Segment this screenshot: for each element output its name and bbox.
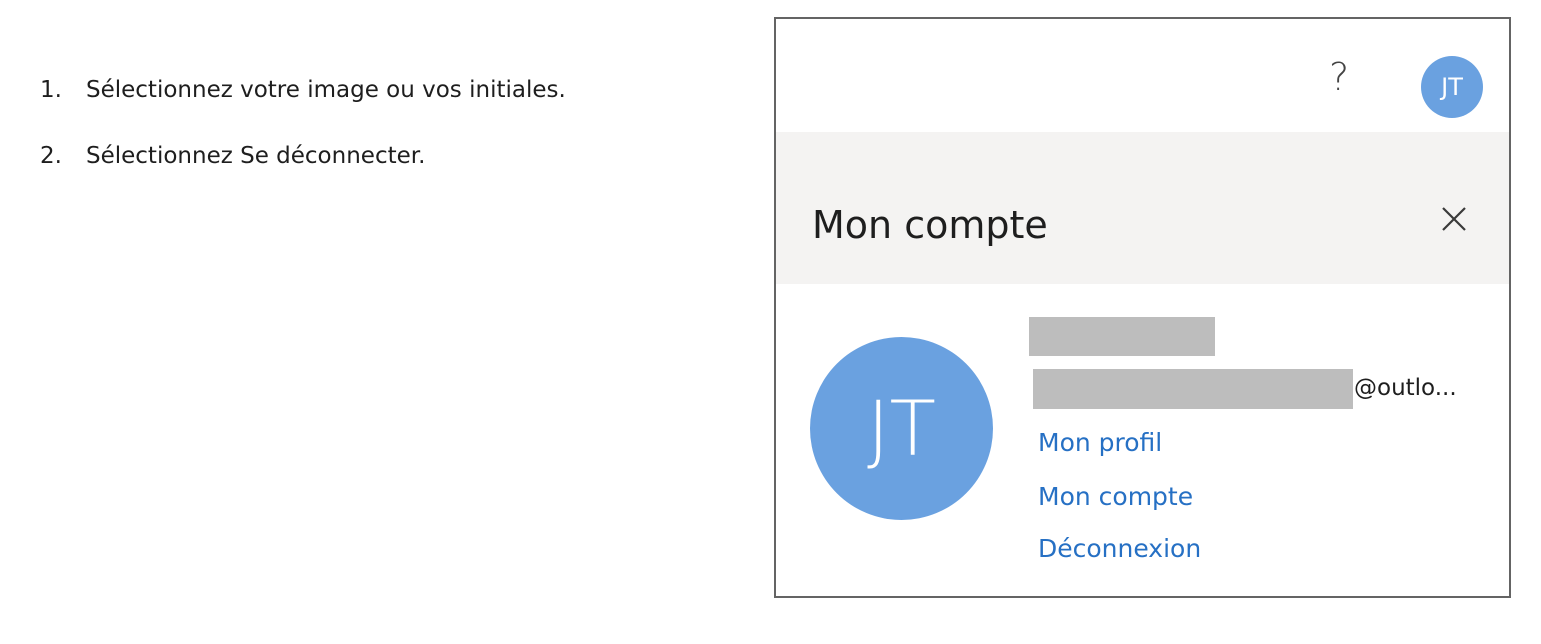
- step-number: 1.: [40, 77, 62, 103]
- account-header-title: Mon compte: [812, 203, 1048, 247]
- redacted-email: [1033, 369, 1353, 409]
- step-text: Sélectionnez votre image ou vos initiale…: [86, 77, 566, 103]
- account-avatar: JT: [810, 337, 993, 520]
- instruction-step: 2. Sélectionnez Se déconnecter.: [40, 142, 566, 170]
- close-icon[interactable]: [1440, 205, 1468, 233]
- help-icon[interactable]: ?: [1329, 57, 1349, 97]
- account-panel-screenshot: ? JT Mon compte JT @outlo... Mon profil …: [774, 17, 1511, 598]
- account-header: Mon compte: [776, 132, 1509, 284]
- step-number: 2.: [40, 143, 62, 169]
- top-bar: ? JT: [776, 19, 1509, 132]
- email-suffix: @outlo...: [1354, 375, 1457, 401]
- my-profile-link[interactable]: Mon profil: [1038, 427, 1162, 459]
- redacted-name: [1029, 317, 1215, 356]
- sign-out-link[interactable]: Déconnexion: [1038, 533, 1201, 565]
- avatar-button[interactable]: JT: [1421, 56, 1483, 118]
- instruction-steps: 1. Sélectionnez votre image ou vos initi…: [40, 76, 566, 208]
- step-text: Sélectionnez Se déconnecter.: [86, 143, 426, 169]
- my-account-link[interactable]: Mon compte: [1038, 481, 1193, 513]
- instruction-step: 1. Sélectionnez votre image ou vos initi…: [40, 76, 566, 104]
